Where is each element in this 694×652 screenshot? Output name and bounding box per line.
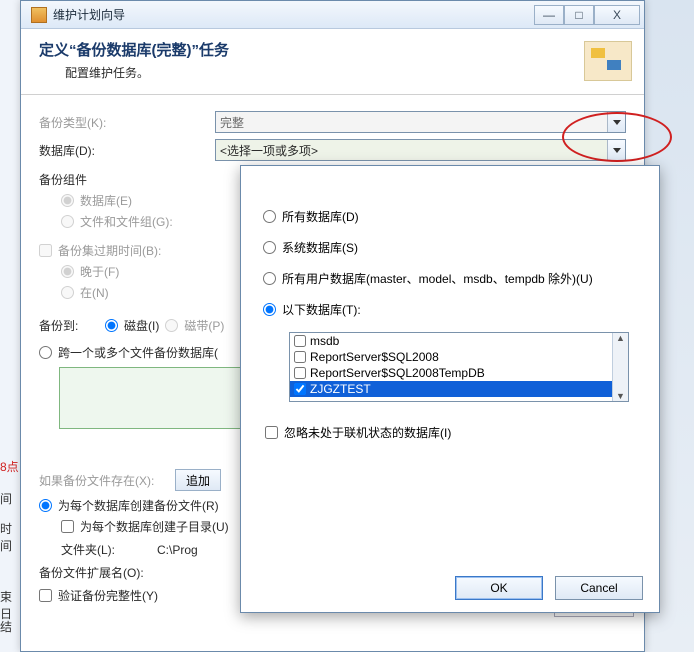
backup-type-label: 备份类型(K):	[39, 114, 209, 131]
page-title: 定义“备份数据库(完整)”任务	[39, 39, 626, 60]
list-item: ReportServer$SQL2008TempDB	[290, 365, 628, 381]
minimize-button[interactable]: —	[534, 5, 564, 25]
scrollbar[interactable]: ▲▼	[612, 333, 628, 401]
list-item: msdb	[290, 333, 628, 349]
side-text-4: 结	[0, 618, 12, 635]
disk-radio[interactable]: 磁盘(I)	[105, 317, 159, 334]
database-picker-popup: 所有数据库(D) 系统数据库(S) 所有用户数据库(master、model、m…	[240, 165, 660, 613]
database-label: 数据库(D):	[39, 142, 209, 159]
page-subtitle: 配置维护任务。	[65, 64, 626, 81]
wizard-header: 定义“备份数据库(完整)”任务 配置维护任务。	[21, 29, 644, 95]
user-databases-radio[interactable]: 所有用户数据库(master、model、msdb、tempdb 除外)(U)	[263, 270, 637, 287]
titlebar[interactable]: 维护计划向导 — □ X	[21, 1, 644, 29]
cancel-button[interactable]: Cancel	[555, 576, 643, 600]
chevron-down-icon	[607, 112, 625, 132]
these-databases-radio[interactable]: 以下数据库(T):	[263, 301, 637, 318]
side-text-red: 8点	[0, 458, 19, 475]
chevron-down-icon[interactable]	[607, 140, 625, 160]
backup-type-combo: 完整	[215, 111, 626, 133]
app-icon	[31, 7, 47, 23]
all-databases-radio[interactable]: 所有数据库(D)	[263, 208, 637, 225]
ext-label: 备份文件扩展名(O):	[39, 564, 209, 581]
ok-button[interactable]: OK	[455, 576, 543, 600]
backup-to-label: 备份到:	[39, 317, 99, 334]
folder-label: 文件夹(L):	[61, 541, 151, 558]
ignore-offline-check[interactable]: 忽略未处于联机状态的数据库(I)	[265, 424, 637, 441]
list-item: ReportServer$SQL2008	[290, 349, 628, 365]
header-illustration	[584, 41, 632, 81]
system-databases-radio[interactable]: 系统数据库(S)	[263, 239, 637, 256]
folder-value: C:\Prog	[157, 543, 198, 557]
close-button[interactable]: X	[594, 5, 640, 25]
if-exists-label: 如果备份文件存在(X):	[39, 472, 169, 489]
tape-radio: 磁带(P)	[165, 317, 224, 334]
side-text-2: 时间	[0, 520, 20, 554]
side-text-1: 间	[0, 490, 12, 507]
files-listbox[interactable]	[59, 367, 249, 429]
list-item-selected: ZJGZTEST	[290, 381, 628, 397]
if-exists-combo[interactable]: 追加	[175, 469, 221, 491]
window-title: 维护计划向导	[53, 6, 534, 23]
database-checklist[interactable]: msdb ReportServer$SQL2008 ReportServer$S…	[289, 332, 629, 402]
side-text-3: 束日	[0, 588, 20, 622]
maximize-button[interactable]: □	[564, 5, 594, 25]
database-combo[interactable]: <选择一项或多项>	[215, 139, 626, 161]
